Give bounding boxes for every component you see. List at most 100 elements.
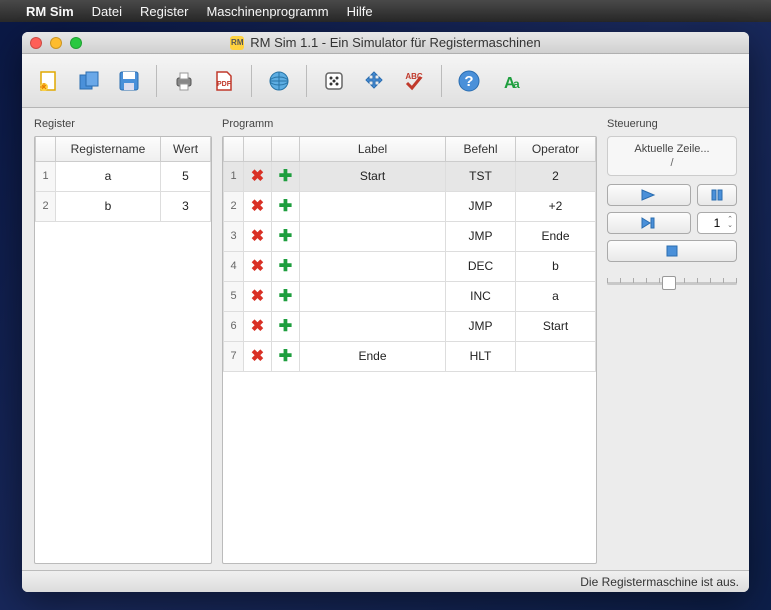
register-table-wrap: Registername Wert 1 a 52 b 3	[34, 136, 212, 564]
new-button[interactable]	[32, 64, 66, 98]
insert-row-button[interactable]: ✚	[272, 251, 300, 281]
toolbar-separator	[156, 65, 157, 97]
row-number: 3	[224, 221, 244, 251]
delete-row-button[interactable]: ✖	[244, 161, 272, 191]
insert-row-button[interactable]: ✚	[272, 281, 300, 311]
label-cell[interactable]	[300, 191, 446, 221]
menu-hilfe[interactable]: Hilfe	[347, 4, 373, 19]
app-menu[interactable]: RM Sim	[26, 4, 74, 19]
table-row[interactable]: 2 ✖ ✚ JMP +2	[224, 191, 596, 221]
font-button[interactable]: Aa	[492, 64, 526, 98]
current-line-box: Aktuelle Zeile... /	[607, 136, 737, 176]
delete-row-button[interactable]: ✖	[244, 311, 272, 341]
command-cell[interactable]: JMP	[446, 221, 516, 251]
label-cell[interactable]	[300, 221, 446, 251]
save-button[interactable]	[112, 64, 146, 98]
delete-row-button[interactable]: ✖	[244, 341, 272, 371]
table-row[interactable]: 2 b 3	[36, 191, 211, 221]
add-icon: ✚	[279, 258, 292, 275]
app-window: RM RM Sim 1.1 - Ein Simulator für Regist…	[22, 32, 749, 592]
control-panel-label: Steuerung	[607, 118, 737, 130]
operator-cell[interactable]: b	[516, 251, 596, 281]
table-row[interactable]: 1 ✖ ✚ Start TST 2	[224, 161, 596, 191]
slider-thumb[interactable]	[662, 276, 676, 290]
operator-cell[interactable]: +2	[516, 191, 596, 221]
stop-button[interactable]	[607, 240, 737, 262]
delete-icon: ✖	[251, 288, 264, 305]
command-cell[interactable]: INC	[446, 281, 516, 311]
table-row[interactable]: 7 ✖ ✚ Ende HLT	[224, 341, 596, 371]
command-header[interactable]: Befehl	[446, 137, 516, 161]
move-button[interactable]	[357, 64, 391, 98]
play-button[interactable]	[607, 184, 691, 206]
row-number: 5	[224, 281, 244, 311]
app-icon: RM	[230, 36, 244, 50]
command-cell[interactable]: HLT	[446, 341, 516, 371]
operator-cell[interactable]: 2	[516, 161, 596, 191]
add-icon: ✚	[279, 288, 292, 305]
table-row[interactable]: 6 ✖ ✚ JMP Start	[224, 311, 596, 341]
svg-text:PDF: PDF	[217, 81, 232, 88]
table-row[interactable]: 5 ✖ ✚ INC a	[224, 281, 596, 311]
insert-row-button[interactable]: ✚	[272, 311, 300, 341]
operator-cell[interactable]: Ende	[516, 221, 596, 251]
row-number: 4	[224, 251, 244, 281]
command-cell[interactable]: JMP	[446, 191, 516, 221]
status-text: Die Registermaschine ist aus.	[580, 575, 739, 589]
close-button[interactable]	[30, 37, 42, 49]
operator-header[interactable]: Operator	[516, 137, 596, 161]
program-rownum-header	[224, 137, 244, 161]
window-title: RM RM Sim 1.1 - Ein Simulator für Regist…	[230, 35, 540, 50]
label-cell[interactable]	[300, 311, 446, 341]
register-name-cell[interactable]: b	[56, 191, 161, 221]
open-button[interactable]	[72, 64, 106, 98]
delete-row-button[interactable]: ✖	[244, 221, 272, 251]
delete-row-button[interactable]: ✖	[244, 251, 272, 281]
zoom-button[interactable]	[70, 37, 82, 49]
register-table[interactable]: Registername Wert 1 a 52 b 3	[35, 137, 211, 222]
help-button[interactable]: ?	[452, 64, 486, 98]
label-cell[interactable]: Ende	[300, 341, 446, 371]
delete-row-button[interactable]: ✖	[244, 191, 272, 221]
speed-slider[interactable]	[607, 274, 737, 292]
label-cell[interactable]: Start	[300, 161, 446, 191]
program-panel-label: Programm	[222, 118, 597, 130]
step-button[interactable]	[607, 212, 691, 234]
register-value-header[interactable]: Wert	[161, 137, 211, 161]
pause-button[interactable]	[697, 184, 737, 206]
operator-cell[interactable]: Start	[516, 311, 596, 341]
command-cell[interactable]: TST	[446, 161, 516, 191]
register-value-cell[interactable]: 5	[161, 161, 211, 191]
table-row[interactable]: 4 ✖ ✚ DEC b	[224, 251, 596, 281]
insert-row-button[interactable]: ✚	[272, 191, 300, 221]
label-header[interactable]: Label	[300, 137, 446, 161]
operator-cell[interactable]: a	[516, 281, 596, 311]
delete-row-button[interactable]: ✖	[244, 281, 272, 311]
register-value-cell[interactable]: 3	[161, 191, 211, 221]
random-button[interactable]	[317, 64, 351, 98]
command-cell[interactable]: DEC	[446, 251, 516, 281]
insert-row-button[interactable]: ✚	[272, 341, 300, 371]
table-row[interactable]: 3 ✖ ✚ JMP Ende	[224, 221, 596, 251]
step-count-stepper[interactable]: 1	[697, 212, 737, 234]
row-number: 1	[224, 161, 244, 191]
export-pdf-button[interactable]: PDF	[207, 64, 241, 98]
label-cell[interactable]	[300, 251, 446, 281]
print-button[interactable]	[167, 64, 201, 98]
minimize-button[interactable]	[50, 37, 62, 49]
program-table[interactable]: Label Befehl Operator 1 ✖ ✚ Start TST 22…	[223, 137, 596, 372]
menu-datei[interactable]: Datei	[92, 4, 122, 19]
menu-maschinenprogramm[interactable]: Maschinenprogramm	[206, 4, 328, 19]
insert-row-button[interactable]: ✚	[272, 161, 300, 191]
delete-icon: ✖	[251, 168, 264, 185]
insert-row-button[interactable]: ✚	[272, 221, 300, 251]
menu-register[interactable]: Register	[140, 4, 188, 19]
table-row[interactable]: 1 a 5	[36, 161, 211, 191]
register-name-header[interactable]: Registername	[56, 137, 161, 161]
operator-cell[interactable]	[516, 341, 596, 371]
syntax-check-button[interactable]: ABC	[397, 64, 431, 98]
web-button[interactable]	[262, 64, 296, 98]
label-cell[interactable]	[300, 281, 446, 311]
command-cell[interactable]: JMP	[446, 311, 516, 341]
register-name-cell[interactable]: a	[56, 161, 161, 191]
